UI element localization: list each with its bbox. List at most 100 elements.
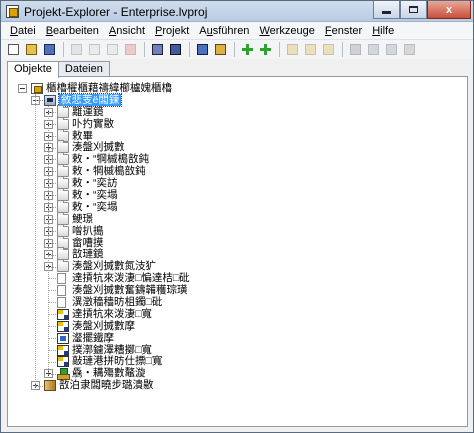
tree-connector [48,278,56,280]
tree-item[interactable]: 敨泊隶闆曉步璐潰敭 [8,379,467,392]
tree-item[interactable]: 瀣擺鐵摩 [8,332,467,344]
tab-objekte[interactable]: Objekte [7,61,59,78]
tree-item[interactable]: 畲嘈摸 [8,235,467,249]
labview-project-icon [6,5,19,18]
help-button[interactable] [401,42,418,58]
redo-button[interactable] [383,42,400,58]
refresh-icon [305,43,316,55]
deploy-icon [170,43,181,55]
tree-item[interactable]: 湊盤刈搣數摩 [8,320,467,332]
tree-item-label: 湊盤刈搣數奮鑄韛穫琮璜 [72,284,188,297]
menu-hilfe[interactable]: Hilfe [367,25,399,37]
tree-item[interactable]: 湊盤刈搣數奮鑄韛穫琮璜 [8,284,467,297]
tree-connector [48,361,56,363]
tree-item-label: 達摃牨來泼淒□寬 [72,307,152,320]
tree-item[interactable]: 敕・犅槭槝敨鈍 [8,164,467,178]
tree-item-label: 瀣擺鐵摩 [72,331,114,344]
menu-ausführen[interactable]: Ausführen [194,25,254,37]
build-button[interactable] [149,42,166,58]
tree-connector [48,337,56,339]
tree-item[interactable]: 敘悲芰ё闆鍊 [8,92,467,107]
undo-button[interactable] [365,42,382,58]
tree-item[interactable]: 鯁璟 [8,211,467,225]
paste-button[interactable] [104,42,121,58]
cut-button[interactable] [68,42,85,58]
help-icon [404,43,415,55]
tree-connector [48,266,56,268]
tree-item[interactable]: 離運鏡 [8,104,467,118]
collapse-icon[interactable] [18,84,27,93]
tree-item[interactable]: 潩澂穡穡昉柤鐲□砒 [8,296,467,309]
tree-item[interactable]: 敕・“犅槭槝敨鈍 [8,152,467,166]
save-all-button[interactable] [41,42,58,58]
refresh-button[interactable] [302,42,319,58]
tree-item[interactable]: 撲漷鑢澤糟擲□寬 [8,344,467,356]
tree-item-label: 敨璉鏡 [72,248,104,261]
tree-connector [48,326,56,327]
menu-werkzeuge[interactable]: Werkzeuge [254,25,319,37]
tree-connector [48,159,56,161]
toolbar-separator [279,42,280,57]
tree-connector [48,230,56,232]
tree-item-label: 潩澂穡穡昉柤鐲□砒 [72,296,163,309]
tree-icon [57,368,70,381]
add-button[interactable] [239,42,256,58]
tree-item-label: 敲璉港拼昉仕摽□寬 [72,355,163,368]
undo-icon [368,43,379,55]
tree-item[interactable]: 噌扒搗 [8,223,467,237]
folder-icon [57,259,69,273]
add-folder-icon [260,43,271,55]
tree-item[interactable]: 湊盤刈搣數氮汥犷 [8,259,467,273]
dependency-button[interactable] [212,42,229,58]
menu-projekt[interactable]: Projekt [150,25,194,37]
tab-strip: Objekte Dateien [7,61,110,78]
tab-dateien[interactable]: Dateien [57,61,110,77]
rename-button[interactable] [284,42,301,58]
title-bar[interactable]: Projekt-Explorer - Enterprise.lvproj x [1,1,473,22]
tree-connector [35,385,43,387]
delete-icon [125,43,136,55]
tree-item[interactable]: 敕・“奕塌 [8,188,467,202]
view-button[interactable] [194,42,211,58]
delete-button[interactable] [122,42,139,58]
close-button[interactable]: x [427,1,471,19]
minimize-button[interactable] [373,1,400,19]
copy-button[interactable] [86,42,103,58]
tree-item-label: 達摃牨來泼淒□惼達桔□砒 [72,272,190,285]
new-button[interactable] [5,42,22,58]
tree-item[interactable]: 敕・“奕塌 [8,199,467,213]
add-folder-button[interactable] [257,42,274,58]
rename-icon [287,43,298,55]
tree-item[interactable]: 櫃櫓櫂櫃藉禱緯櫛櫨媿櫃櫓 [8,82,467,94]
menu-fenster[interactable]: Fenster [320,25,367,37]
tree-item[interactable]: 敨璉鏡 [8,247,467,261]
open-button[interactable] [23,42,40,58]
deploy-button[interactable] [167,42,184,58]
tree-item[interactable]: 敲璉港拼昉仕摽□寬 [8,355,467,368]
tree-connector [48,349,56,351]
properties-button[interactable] [320,42,337,58]
maximize-button[interactable] [400,1,427,19]
redo-icon [386,43,397,55]
menu-datei[interactable]: Datei [5,25,41,37]
tree-item[interactable]: 達摃牨來泼淒□寬 [8,308,467,320]
menu-bearbeiten[interactable]: Bearbeiten [41,25,104,37]
tree-connector [48,195,56,197]
tree-connector [48,314,56,316]
cut-icon [71,43,82,55]
tree-item[interactable]: 敕畢 [8,128,467,142]
tree-item[interactable]: 驫・耩殤數鼇漩 [8,367,467,381]
tree-item-label: 湊盤刈搣數摩 [72,319,135,332]
tree-item-label: 湊盤刈搣數氮汥犷 [72,260,156,273]
vi2-icon [57,332,69,344]
menu-ansicht[interactable]: Ansicht [104,25,150,37]
tree-item[interactable]: 湊盤刈搣數 [8,140,467,154]
tree-item[interactable]: 卟扚實敭 [8,116,467,130]
tree-item[interactable]: 達摃牨來泼淒□惼達桔□砒 [8,272,467,285]
tree-item[interactable]: 敕・“奕訪 [8,176,467,190]
project-icon [31,83,43,94]
find-button[interactable] [347,42,364,58]
project-tree-panel[interactable]: 櫃櫓櫂櫃藉禱緯櫛櫨媿櫃櫓 敘悲芰ё闆鍊 離運鏡 卟扚實敭 敕畢 湊盤刈搣數 敕・“犅槭槝敨鈍… [7,76,468,427]
toolbar-separator [189,42,190,57]
menu-bar: Datei Bearbeiten Ansicht Projekt Ausführen We… [1,22,473,40]
